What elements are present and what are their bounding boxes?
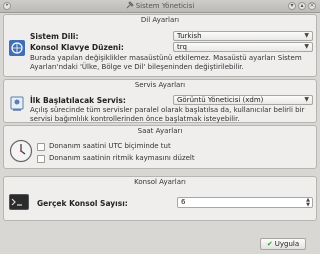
window-title: Sistem Yöneticisi [0,1,320,10]
console-panel: Konsol Ayarları Gerçek Konsol Sayısı: 6 … [3,176,317,221]
language-panel: Dil Ayarları Sistem Dili: Turkish ▼ Kons… [3,14,317,77]
system-language-select[interactable]: Turkish ▼ [173,31,313,41]
system-language-label: Sistem Dili: [30,32,79,41]
spin-arrows-icon[interactable]: ▲ ▼ [306,198,310,208]
minimize-button[interactable]: ▾ [288,2,296,10]
close-button[interactable]: × [308,2,316,10]
apply-button[interactable]: ✔ Uygula [260,238,306,250]
keyboard-layout-label: Konsol Klavye Düzeni: [30,43,124,52]
window-titlebar[interactable]: • Sistem Yöneticisi ▾ ▴ × [0,0,320,13]
services-note: Açılış sürecinde tüm servisler paralel o… [30,106,305,123]
app-icon [126,1,134,9]
flag-icon [9,40,25,56]
utc-label[interactable]: Donanım saatini UTC biçiminde tut [49,142,171,151]
drift-label[interactable]: Donanım saatinin ritmik kaymasını düzelt [49,154,195,163]
utc-checkbox[interactable] [37,143,45,151]
services-icon [10,96,24,111]
chevron-down-icon: ▼ [304,96,309,103]
console-count-label: Gerçek Konsol Sayısı: [37,199,128,208]
time-panel-title: Saat Ayarları [137,127,183,135]
services-panel-title: Servis Ayarları [134,81,186,89]
maximize-button[interactable]: ▴ [298,2,306,10]
chevron-down-icon: ▼ [304,32,309,39]
first-service-select[interactable]: Görüntü Yöneticisi (xdm) ▼ [173,95,313,105]
chevron-down-icon: ▼ [304,43,309,50]
clock-icon [9,139,33,163]
console-panel-title: Konsol Ayarları [134,178,186,186]
checkmark-icon: ✔ [266,240,273,248]
drift-checkbox[interactable] [37,155,45,163]
time-panel: Saat Ayarları Donanım saatini UTC biçimi… [3,125,317,169]
console-count-spinbox[interactable]: 6 ▲ ▼ [177,197,313,208]
language-panel-title: Dil Ayarları [140,16,180,24]
language-note: Burada yapılan değişiklikler masaüstünü … [30,54,302,71]
services-panel: Servis Ayarları İlk Başlatılacak Servis:… [3,79,317,123]
first-service-label: İlk Başlatılacak Servis: [30,96,126,105]
terminal-icon [9,194,29,210]
keyboard-layout-select[interactable]: trq ▼ [173,42,313,52]
